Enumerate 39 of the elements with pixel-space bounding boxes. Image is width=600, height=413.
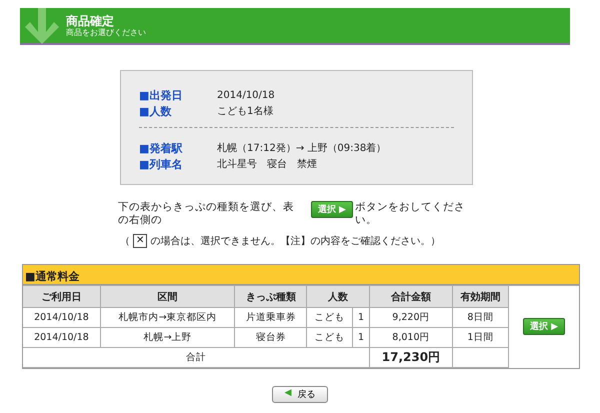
column-header: 合計金額 — [370, 286, 452, 308]
instruction-text: 下の表からきっぷの種類を選び、表の右側の — [118, 201, 295, 227]
table-cell: 17,230円 — [370, 348, 452, 368]
table-cell: 2014/10/18 — [23, 308, 100, 328]
section-title: ■通常料金 — [23, 265, 579, 285]
table-cell: こども — [306, 308, 353, 328]
field-label: ■出発日 — [139, 88, 184, 102]
table-cell: 8,010円 — [370, 328, 452, 348]
column-header: 区間 — [100, 286, 235, 308]
back-button[interactable]: ◀ 戻る — [272, 386, 328, 403]
field-value: 北斗星号 寝台 禁煙 — [217, 158, 317, 171]
page-title: 商品確定 — [66, 14, 115, 28]
table-cell: 寝台券 — [234, 328, 307, 348]
column-header: ご利用日 — [23, 286, 100, 308]
field-value: 札幌（17:12発）→ 上野（09:38着） — [217, 142, 386, 155]
table-cell: 片道乗車券 — [234, 308, 307, 328]
table-cell: 1 — [352, 308, 370, 328]
field-label: ■発着駅 — [139, 140, 184, 156]
table-cell: 札幌市内→東京都区内 — [100, 308, 235, 328]
note-text: の場合は、選択できません。【注】の内容をご確認ください。） — [150, 234, 440, 248]
table-cell: 合計 — [23, 348, 370, 368]
column-header: 人数 — [306, 286, 370, 308]
table-cell: 札幌→上野 — [100, 328, 235, 348]
note-text: （ — [120, 235, 130, 248]
column-header: 有効期間 — [452, 286, 508, 308]
column-header: きっぷ種類 — [234, 286, 307, 308]
select-button-sample: 選択 ▶ — [310, 201, 353, 218]
down-arrow-icon — [24, 8, 60, 44]
instruction-text: ボタンをおしてください。 — [354, 201, 466, 227]
table-cell: 2014/10/18 — [23, 328, 100, 348]
table-cell: 1 — [352, 328, 370, 348]
field-label: ■列車名 — [139, 156, 184, 172]
field-value: 2014/10/18 — [217, 90, 275, 100]
cross-icon: ✕ — [133, 234, 148, 248]
table-cell: こども — [306, 328, 353, 348]
page-subtitle: 商品をお選びください — [66, 28, 146, 38]
table-cell: 9,220円 — [370, 308, 452, 328]
field-value: こども1名様 — [217, 104, 274, 118]
field-label: ■人数 — [139, 104, 172, 118]
